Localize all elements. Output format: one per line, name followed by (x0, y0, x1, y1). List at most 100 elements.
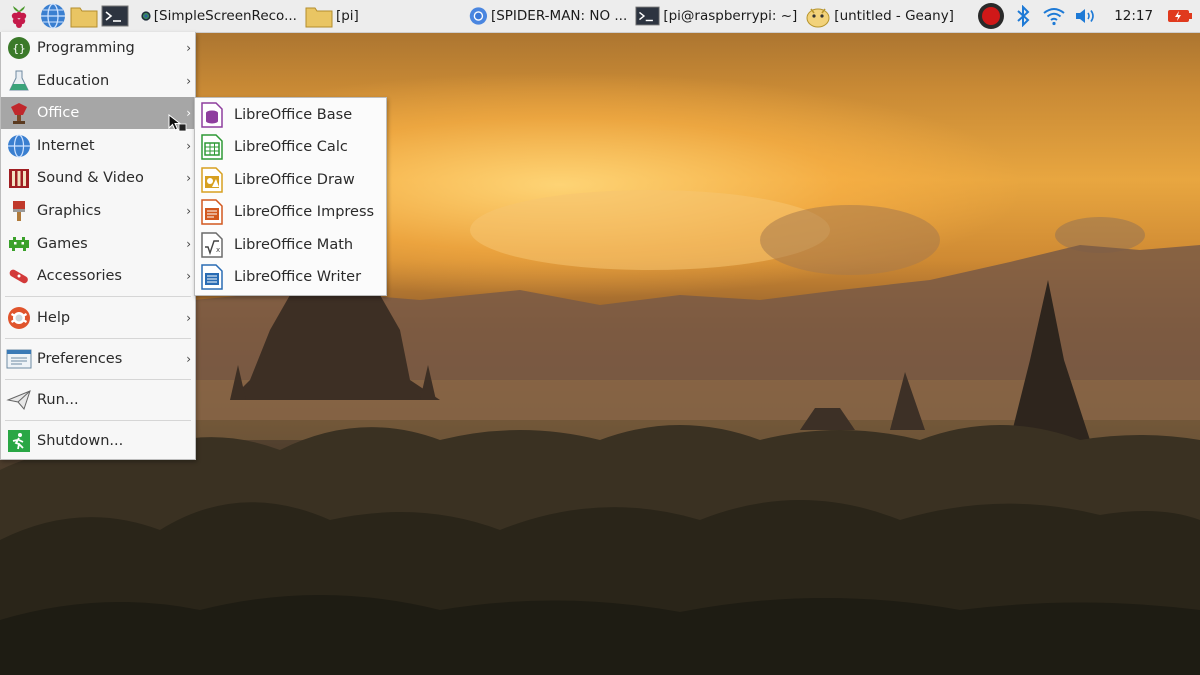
sound-video-icon (9, 169, 29, 188)
main-menu: {} Programming › Education › Office › In… (0, 32, 196, 460)
terminal-icon (635, 6, 660, 26)
chevron-right-icon: › (186, 311, 191, 325)
submenu-item-label: LibreOffice Calc (234, 139, 348, 155)
office-icon (11, 103, 27, 124)
chromium-icon (469, 7, 488, 25)
record-indicator[interactable] (973, 0, 1008, 32)
libreoffice-impress-icon (201, 199, 223, 225)
volume-button[interactable] (1071, 0, 1100, 32)
paper-plane-icon (6, 390, 31, 410)
speaker-icon (1075, 9, 1094, 23)
menu-item-internet[interactable]: Internet › (1, 130, 195, 162)
menu-item-shutdown[interactable]: Shutdown... (1, 425, 195, 457)
wifi-button[interactable] (1038, 0, 1071, 32)
svg-text:{}: {} (12, 42, 25, 55)
submenu-item-libreoffice-impress[interactable]: LibreOffice Impress (195, 196, 386, 228)
libreoffice-writer-icon (201, 264, 223, 290)
chevron-right-icon: › (186, 171, 191, 185)
menu-item-label: Help (37, 310, 71, 326)
games-icon (9, 237, 29, 251)
power-indicator[interactable] (1161, 0, 1200, 32)
menu-item-graphics[interactable]: Graphics › (1, 195, 195, 227)
menu-item-preferences[interactable]: Preferences › (1, 343, 195, 375)
submenu-item-libreoffice-calc[interactable]: LibreOffice Calc (195, 131, 386, 163)
top-panel: [SimpleScreenReco... [pi] [SPIDER-MAN: N… (0, 0, 1200, 33)
submenu-item-libreoffice-draw[interactable]: LibreOffice Draw (195, 164, 386, 196)
raspberry-menu-button[interactable] (0, 0, 37, 32)
help-icon (8, 307, 30, 329)
chevron-right-icon: › (186, 41, 191, 55)
browser-launcher[interactable] (37, 0, 68, 32)
chevron-right-icon: › (186, 74, 191, 88)
submenu-item-label: LibreOffice Draw (234, 172, 355, 188)
submenu-item-libreoffice-math[interactable]: x LibreOffice Math (195, 229, 386, 261)
programming-icon: {} (8, 37, 30, 59)
libreoffice-base-icon (201, 102, 223, 128)
menu-item-education[interactable]: Education › (1, 65, 195, 97)
taskbar-item-chromium[interactable]: [SPIDER-MAN: NO ... (465, 1, 631, 31)
taskbar-item-label: [untitled - Geany] (834, 8, 954, 24)
taskbar-item-screen-recorder[interactable]: [SimpleScreenReco... (137, 1, 301, 31)
taskbar-item-label: [pi] (335, 8, 359, 24)
taskbar-item-label: [pi@raspberrypi: ~] (663, 8, 798, 24)
clock[interactable]: 12:17 (1106, 8, 1161, 24)
screen-recorder-icon (141, 11, 151, 21)
taskbar-item-label: [SimpleScreenReco... (153, 8, 297, 24)
mouse-cursor-icon (168, 114, 187, 132)
submenu-item-label: LibreOffice Writer (234, 269, 362, 285)
menu-item-label: Graphics (37, 203, 102, 219)
menu-item-games[interactable]: Games › (1, 228, 195, 260)
menu-item-programming[interactable]: {} Programming › (1, 32, 195, 64)
wifi-icon (1043, 8, 1066, 26)
file-manager-launcher[interactable] (68, 0, 99, 32)
menu-item-label: Shutdown... (37, 433, 124, 449)
submenu-item-libreoffice-base[interactable]: LibreOffice Base (195, 99, 386, 131)
svg-text:x: x (216, 246, 220, 254)
menu-separator (5, 379, 191, 380)
menu-separator (5, 420, 191, 421)
geany-icon (806, 8, 830, 28)
menu-item-label: Programming (37, 40, 135, 56)
chevron-right-icon: › (186, 204, 191, 218)
submenu-item-label: LibreOffice Math (234, 237, 354, 253)
menu-item-label: Internet (37, 138, 95, 154)
chevron-right-icon: › (186, 352, 191, 366)
chevron-right-icon: › (186, 269, 191, 283)
menu-separator (5, 296, 191, 297)
menu-item-sound-video[interactable]: Sound & Video › (1, 162, 195, 194)
globe-icon (40, 3, 65, 29)
office-submenu: LibreOffice Base LibreOffice Calc LibreO… (194, 97, 387, 296)
preferences-icon (6, 349, 32, 369)
chevron-right-icon: › (186, 139, 191, 153)
bluetooth-button[interactable] (1009, 0, 1038, 32)
terminal-icon (101, 5, 129, 27)
menu-item-help[interactable]: Help › (1, 302, 195, 334)
chevron-right-icon: › (186, 237, 191, 251)
menu-item-label: Education (37, 73, 110, 89)
education-icon (9, 70, 29, 91)
libreoffice-draw-icon (201, 167, 223, 193)
menu-item-accessories[interactable]: Accessories › (1, 260, 195, 292)
submenu-item-label: LibreOffice Impress (234, 204, 375, 220)
record-icon (977, 3, 1004, 29)
submenu-item-libreoffice-writer[interactable]: LibreOffice Writer (195, 261, 386, 293)
menu-item-label: Office (37, 105, 80, 121)
internet-icon (8, 134, 30, 158)
taskbar-item-terminal[interactable]: [pi@raspberrypi: ~] (631, 1, 801, 31)
taskbar-item-label: [SPIDER-MAN: NO ... (490, 8, 628, 24)
taskbar-item-file-manager[interactable]: [pi] (301, 1, 465, 31)
menu-item-label: Games (37, 236, 88, 252)
terminal-launcher[interactable] (100, 0, 131, 32)
menu-item-label: Sound & Video (37, 170, 144, 186)
accessories-icon (9, 269, 28, 284)
submenu-item-label: LibreOffice Base (234, 107, 353, 123)
taskbar-item-geany[interactable]: [untitled - Geany] (801, 1, 967, 31)
menu-item-label: Preferences (37, 351, 123, 367)
battery-icon (1168, 10, 1193, 22)
folder-icon (305, 7, 333, 28)
menu-item-office[interactable]: Office › (1, 97, 195, 129)
menu-item-label: Accessories (37, 268, 122, 284)
menu-item-run[interactable]: Run... (1, 384, 195, 416)
libreoffice-calc-icon (201, 134, 223, 160)
raspberry-icon (11, 6, 26, 28)
